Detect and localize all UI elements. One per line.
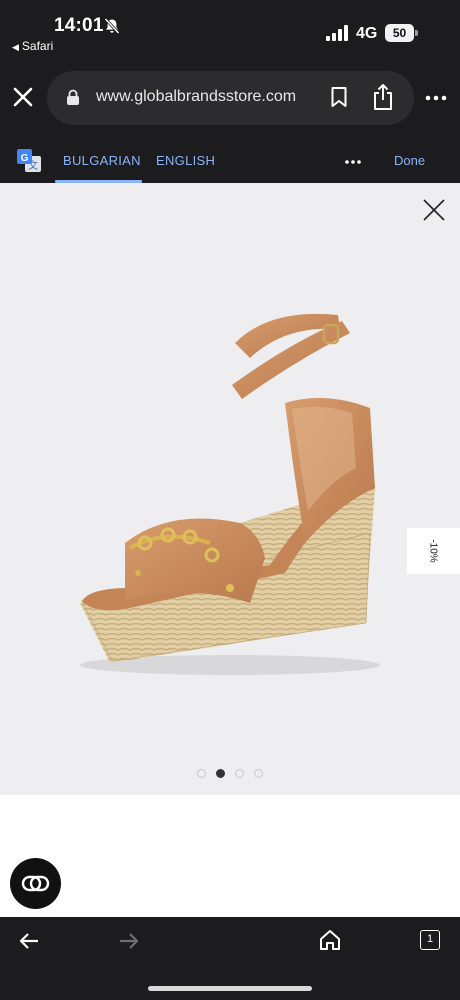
bookmark-icon[interactable] bbox=[330, 86, 348, 108]
translate-more-icon[interactable] bbox=[345, 159, 361, 165]
tabs-count: 1 bbox=[426, 933, 434, 945]
close-gallery-icon[interactable] bbox=[422, 198, 446, 222]
signal-icon bbox=[326, 25, 348, 41]
page-body bbox=[0, 795, 460, 917]
tabs-icon[interactable]: 1 bbox=[420, 930, 440, 950]
more-icon[interactable] bbox=[425, 94, 447, 102]
home-icon[interactable] bbox=[319, 929, 341, 951]
close-icon[interactable] bbox=[10, 84, 36, 110]
battery-level: 50 bbox=[385, 24, 414, 42]
done-button[interactable]: Done bbox=[394, 153, 425, 168]
back-to-app-label: Safari bbox=[21, 39, 54, 53]
status-time: 14:01 bbox=[54, 15, 104, 36]
back-to-app-link[interactable]: ◀ Safari bbox=[12, 39, 53, 53]
share-icon[interactable] bbox=[372, 83, 394, 111]
svg-text:G: G bbox=[21, 153, 29, 164]
gallery-pagination bbox=[197, 769, 267, 779]
arrow-left-icon[interactable] bbox=[18, 932, 40, 950]
translate-bar: 文 G BULGARIAN ENGLISH Done bbox=[0, 140, 460, 183]
bell-slash-icon bbox=[104, 17, 120, 35]
product-image-wedge-sandal bbox=[80, 313, 380, 675]
battery-icon: 50 bbox=[385, 24, 418, 42]
discount-label: -10% bbox=[427, 539, 439, 563]
lock-icon bbox=[67, 89, 79, 105]
arrow-right-icon[interactable] bbox=[118, 932, 140, 950]
home-indicator bbox=[148, 986, 312, 991]
browser-toolbar: 1 bbox=[0, 917, 460, 1000]
gallery-dot-active[interactable] bbox=[216, 769, 225, 778]
discount-badge: -10% bbox=[407, 528, 460, 574]
gallery-dot[interactable] bbox=[235, 769, 244, 778]
status-bar: 14:01 ◀ Safari 4G 50 bbox=[0, 0, 460, 62]
browser-top-chrome: 14:01 ◀ Safari 4G 50 www.globalbrandssto… bbox=[0, 0, 460, 183]
url-row: www.globalbrandsstore.com bbox=[0, 70, 460, 128]
url-text: www.globalbrandsstore.com bbox=[96, 88, 297, 105]
network-type: 4G bbox=[356, 25, 378, 42]
address-bar[interactable]: www.globalbrandsstore.com bbox=[47, 71, 414, 125]
chat-icon bbox=[21, 875, 50, 892]
chat-button[interactable] bbox=[10, 858, 61, 909]
tab-english[interactable]: ENGLISH bbox=[156, 153, 215, 168]
gallery-dot[interactable] bbox=[197, 769, 206, 778]
gallery-dot[interactable] bbox=[254, 769, 263, 778]
product-gallery[interactable]: -10% bbox=[0, 183, 460, 795]
google-translate-icon: 文 G bbox=[17, 149, 41, 172]
tab-bulgarian[interactable]: BULGARIAN bbox=[63, 153, 141, 168]
